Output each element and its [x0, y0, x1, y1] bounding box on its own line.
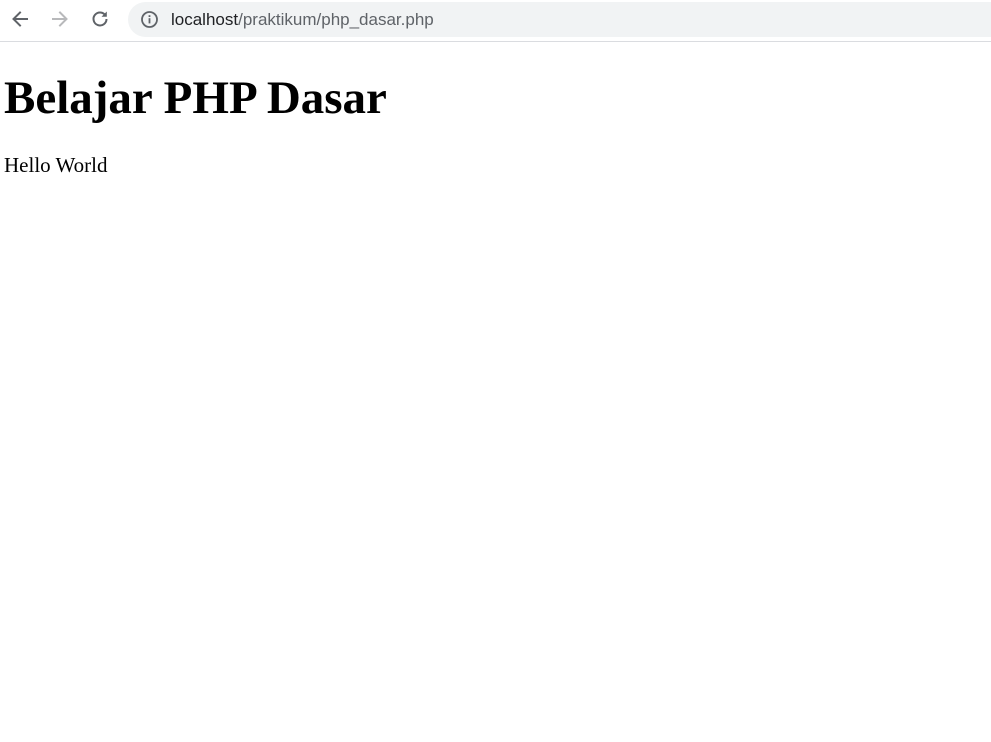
- forward-button[interactable]: [44, 4, 76, 34]
- page-content: Belajar PHP Dasar Hello World: [0, 42, 991, 742]
- url-host: localhost: [171, 10, 239, 29]
- address-bar[interactable]: localhost/praktikum/php_dasar.php: [128, 2, 991, 37]
- info-circle-icon[interactable]: [140, 10, 159, 29]
- arrow-right-icon: [52, 11, 68, 27]
- page-heading: Belajar PHP Dasar: [4, 72, 387, 124]
- arrow-left-icon: [12, 11, 28, 27]
- url-text[interactable]: localhost/praktikum/php_dasar.php: [171, 10, 434, 30]
- reload-button[interactable]: [84, 4, 116, 34]
- page-text: Hello World: [4, 153, 108, 177]
- browser-toolbar: localhost/praktikum/php_dasar.php: [0, 0, 991, 42]
- back-button[interactable]: [4, 4, 36, 34]
- refresh-icon: [92, 11, 108, 27]
- url-path: /praktikum/php_dasar.php: [238, 10, 434, 29]
